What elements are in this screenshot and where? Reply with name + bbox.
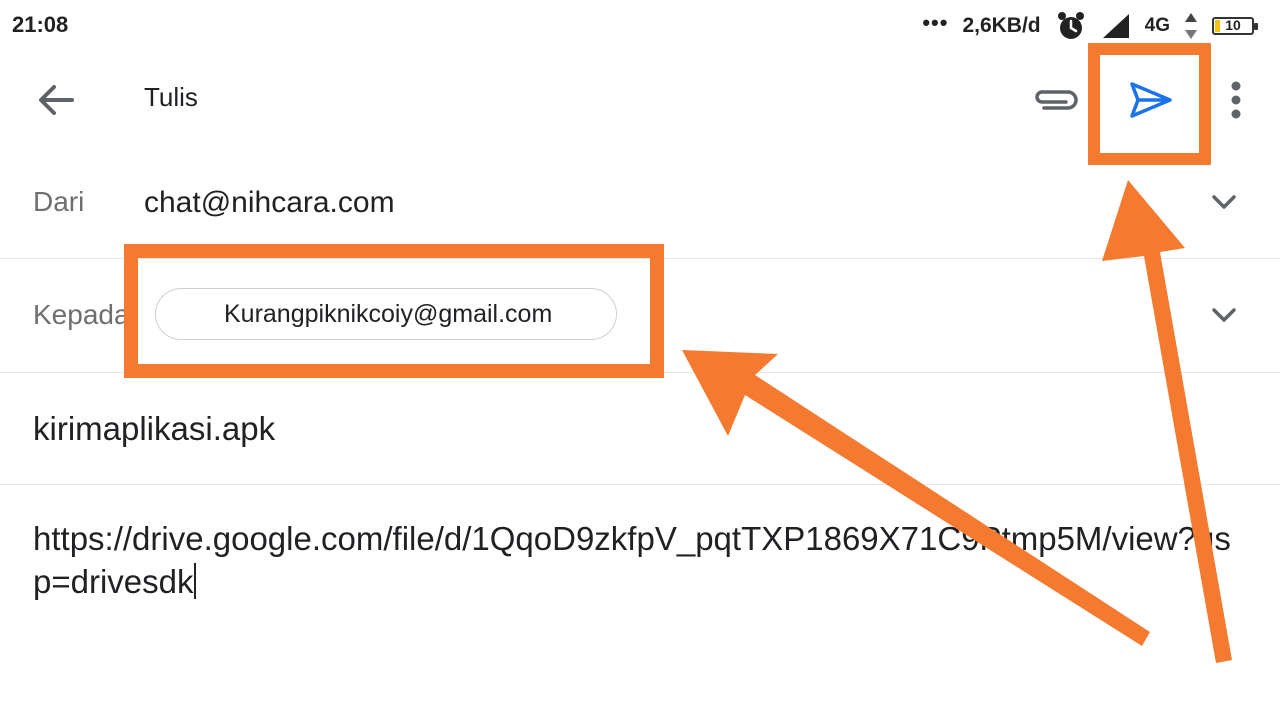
back-arrow-icon [39, 85, 74, 115]
chevron-down-icon [1212, 195, 1236, 209]
to-label: Kepada [33, 299, 125, 330]
page-title: Tulis [144, 82, 198, 112]
notification-dots: ••• [922, 10, 949, 35]
send-icon [1130, 82, 1172, 118]
status-bar: 21:08 ••• 2,6KB/d 4G 10 [0, 0, 1280, 52]
network-type: 4G [1144, 15, 1170, 36]
body-text: https://drive.google.com/file/d/1QqoD9zk… [33, 520, 1231, 600]
battery-level: 10 [1225, 17, 1241, 33]
attach-icon [1035, 90, 1078, 110]
status-right-group: ••• 2,6KB/d 4G 10 [922, 8, 1258, 44]
chevron-down-icon [1212, 308, 1236, 322]
recipient-chip[interactable]: Kurangpiknikcoiy@gmail.com [155, 288, 617, 340]
battery-nub [1254, 23, 1258, 30]
from-field[interactable]: chat@nihcara.com [144, 186, 395, 220]
subject-field[interactable]: kirimaplikasi.apk [33, 410, 275, 448]
compose-toolbar: Tulis [0, 52, 1280, 144]
to-expand-button[interactable] [1206, 297, 1242, 333]
battery-icon: 10 [1212, 17, 1258, 35]
status-time: 21:08 [12, 12, 69, 37]
signal-icon [1102, 14, 1129, 38]
body-field[interactable]: https://drive.google.com/file/d/1QqoD9zk… [33, 517, 1248, 603]
text-cursor [193, 563, 196, 599]
divider [0, 258, 1280, 259]
from-expand-button[interactable] [1206, 184, 1242, 220]
divider [0, 372, 1280, 373]
divider [0, 484, 1280, 485]
attach-button[interactable] [1030, 76, 1082, 124]
network-speed: 2,6KB/d [962, 14, 1041, 37]
send-button[interactable] [1122, 72, 1178, 128]
alarm-icon [1057, 12, 1084, 39]
from-label: Dari [33, 186, 85, 217]
data-arrows-icon [1185, 13, 1197, 39]
back-button[interactable] [34, 78, 78, 122]
more-options-button[interactable] [1220, 74, 1252, 126]
more-vert-icon [1231, 81, 1241, 119]
